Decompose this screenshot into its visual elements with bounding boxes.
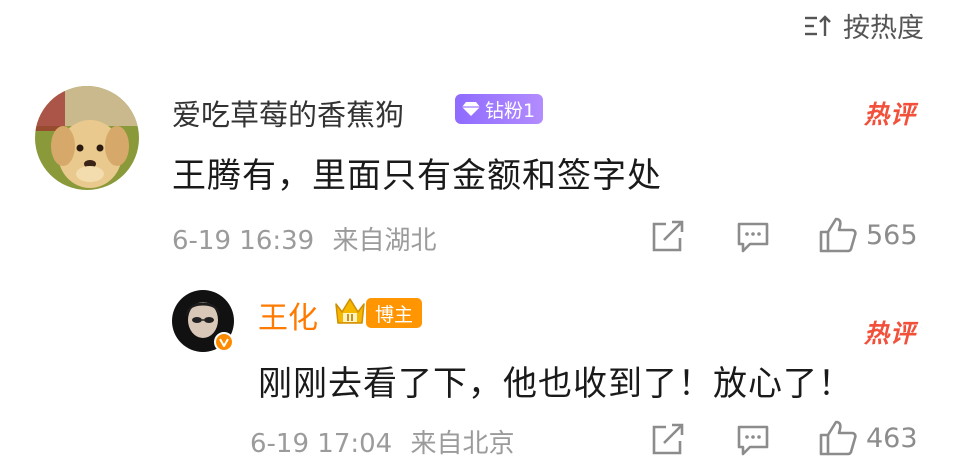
reply-button[interactable]	[736, 423, 770, 457]
thumbs-up-icon	[819, 217, 857, 253]
blogger-badge[interactable]: 博主	[366, 298, 423, 328]
sort-label: 按热度	[843, 13, 924, 44]
sort-by-hot-button[interactable]: 按热度	[803, 6, 924, 45]
comment-time: 6-19 17:04	[250, 429, 393, 459]
comment-location: 来自湖北	[332, 226, 437, 256]
blogger-badge-label: 博主	[375, 303, 414, 326]
like-button[interactable]: 463	[818, 419, 918, 457]
comment-meta: 6-19 17:04 来自北京	[250, 423, 514, 460]
dog-avatar-image	[35, 86, 139, 190]
reply-text: 刚刚去看了下，他也收到了！放心了！	[258, 364, 853, 404]
share-icon	[652, 220, 684, 252]
reply-button[interactable]	[736, 220, 770, 254]
comment-meta: 6-19 16:39 来自湖北	[172, 220, 436, 257]
share-button[interactable]	[650, 220, 686, 254]
comment-time: 6-19 16:39	[172, 226, 315, 256]
crown-icon	[333, 294, 367, 332]
verified-icon	[214, 332, 234, 352]
fan-badge[interactable]: 钻粉1	[455, 94, 544, 124]
share-icon	[652, 423, 684, 455]
diamond-icon	[462, 102, 480, 116]
like-count: 565	[866, 219, 918, 251]
avatar[interactable]	[35, 86, 139, 190]
comment-text: 王腾有，里面只有金额和签字处	[172, 156, 662, 196]
hot-comment-tag: 热评	[863, 100, 916, 129]
comment-icon	[737, 222, 769, 253]
hot-comment-tag: 热评	[863, 319, 916, 348]
comment-icon	[737, 425, 769, 456]
sort-icon	[803, 13, 833, 39]
thumbs-up-icon	[819, 420, 857, 456]
share-button[interactable]	[650, 423, 686, 457]
like-button[interactable]: 565	[818, 216, 918, 254]
comment-location: 来自北京	[410, 429, 515, 459]
reply-username[interactable]: 王化	[258, 293, 318, 337]
like-count: 463	[866, 422, 918, 454]
fan-badge-label: 钻粉1	[485, 99, 536, 122]
comment-username[interactable]: 爱吃草莓的香蕉狗	[172, 92, 404, 134]
